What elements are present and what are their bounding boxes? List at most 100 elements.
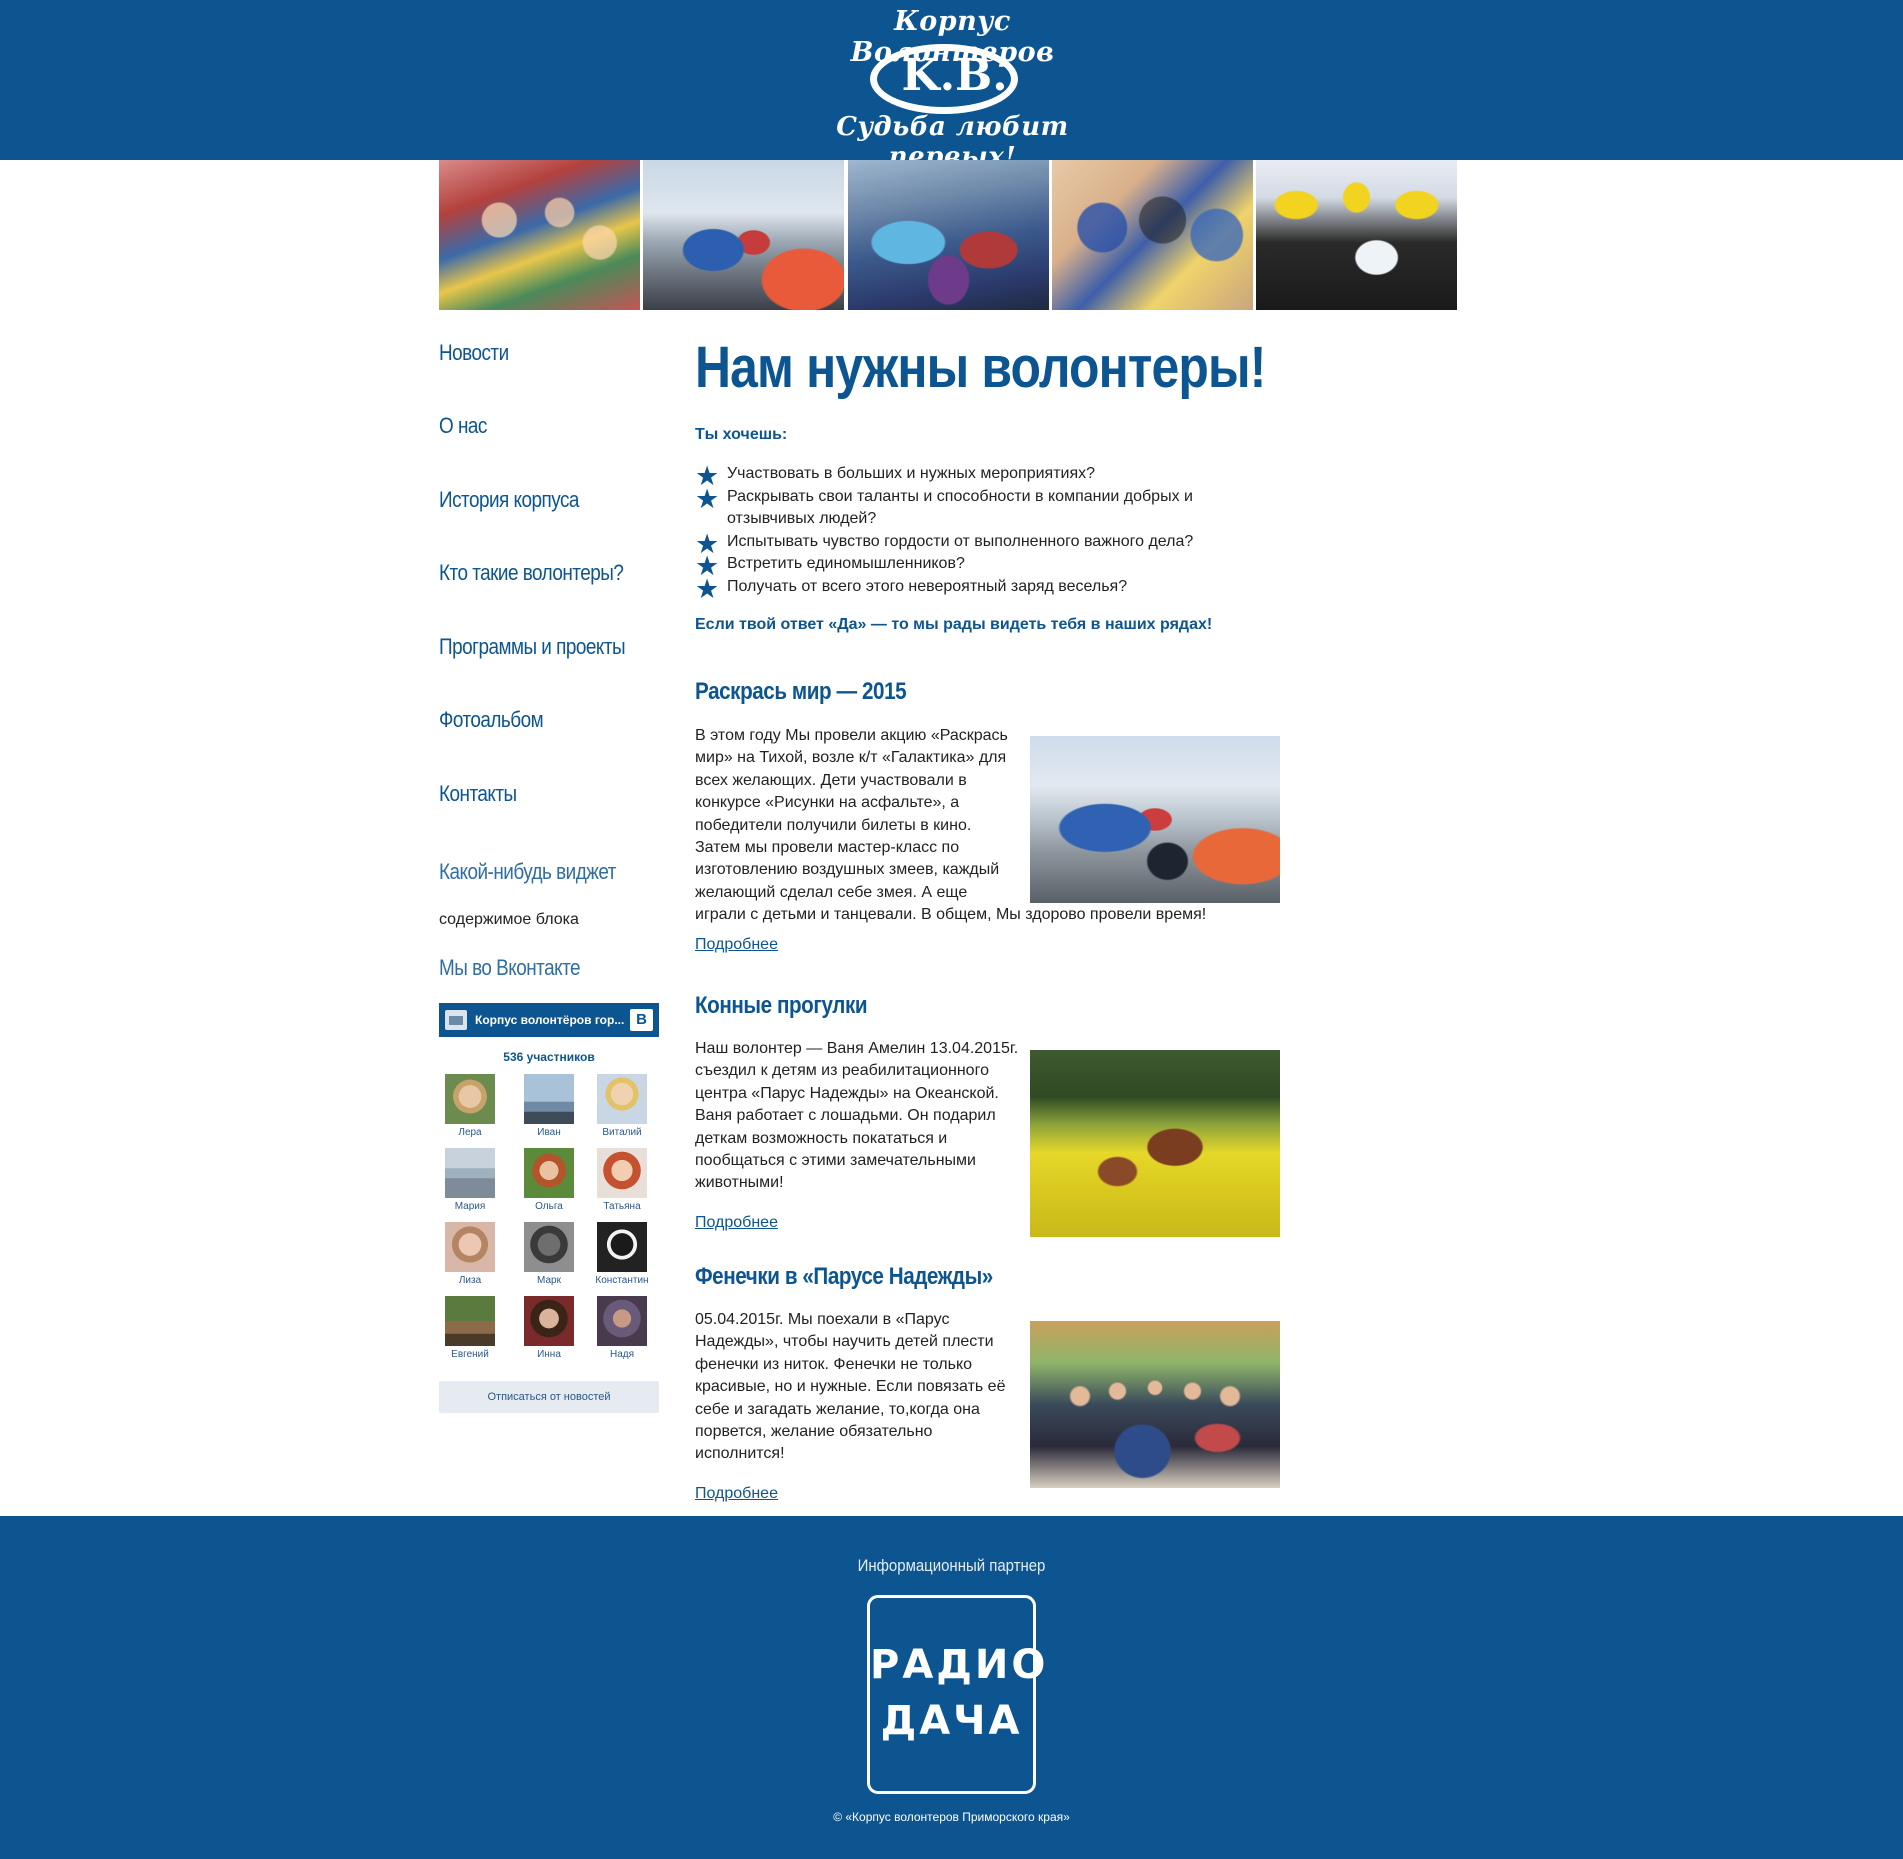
post-text-line: исполнится!: [695, 1445, 785, 1463]
post-text-line: всех желающих. Дети участвовали в: [695, 771, 967, 789]
radio-dacha-logo[interactable]: РАДИО ДАЧА: [867, 1595, 1045, 1794]
list-item-text: Участвовать в больших и нужных мероприят…: [727, 465, 1096, 482]
vk-member[interactable]: Иван: [519, 1074, 579, 1138]
post-text-line: Ваня работает с лошадьми. Он подарил: [695, 1107, 996, 1125]
vk-member[interactable]: Инна: [519, 1296, 579, 1360]
avatar[interactable]: [445, 1222, 495, 1272]
vk-member[interactable]: Константин: [592, 1222, 652, 1286]
nav-photoalbum[interactable]: Фотоальбом: [439, 707, 544, 733]
nav-programs[interactable]: Программы и проекты: [439, 634, 626, 660]
post-text-line: съездил к детям из реабилитационного: [695, 1062, 989, 1080]
vk-group-name[interactable]: Корпус волонтёров гор...: [475, 1013, 624, 1027]
vk-member-name[interactable]: Татьяна: [592, 1201, 652, 1212]
vk-member[interactable]: Лера: [440, 1074, 500, 1138]
list-item: ★ Раскрывать свои таланты и способности в…: [695, 485, 1215, 531]
vk-member-name[interactable]: Мария: [440, 1201, 500, 1212]
radio-logo-line2: ДАЧА: [880, 1698, 1023, 1744]
avatar[interactable]: [445, 1296, 495, 1346]
site-logo[interactable]: Корпус Волонтеров K.B. Судьба любит перв…: [800, 0, 1105, 172]
post-text-line: изготовлению воздушных змеев, каждый: [695, 861, 1000, 879]
vk-member[interactable]: Ольга: [519, 1148, 579, 1212]
vk-member-name[interactable]: Иван: [519, 1127, 579, 1138]
list-item-text: Испытывать чувство гордости от выполненн…: [727, 532, 1194, 550]
avatar[interactable]: [445, 1074, 495, 1124]
vk-member-name[interactable]: Инна: [519, 1349, 579, 1360]
post-image[interactable]: [1030, 1050, 1280, 1237]
post-title[interactable]: Конные прогулки: [695, 992, 868, 1020]
vk-unsubscribe-button[interactable]: Отписаться от новостей: [439, 1381, 659, 1413]
list-item: ★ Встретить единомышленников?: [695, 553, 1215, 580]
banner-photo-group-celebration: [439, 160, 640, 310]
post-text-line: деткам возможность покататься и: [695, 1129, 948, 1147]
vk-member-name[interactable]: Лера: [440, 1127, 500, 1138]
post-image[interactable]: [1030, 736, 1280, 903]
post-text-line: Наш волонтер — Ваня Амелин 13.04.2015г.: [695, 1040, 1019, 1057]
avatar[interactable]: [524, 1222, 574, 1272]
vk-member-name[interactable]: Марк: [519, 1275, 579, 1286]
post-text-line: фенечки из ниток. Фенечки не только: [695, 1355, 973, 1373]
copyright: © «Корпус волонтеров Приморского края»: [833, 1810, 1070, 1824]
vk-member-name[interactable]: Евгений: [440, 1349, 500, 1360]
post-text-line: В этом году Мы провели акцию «Раскрась: [695, 727, 1008, 744]
read-more-link[interactable]: Подробнее: [695, 1485, 778, 1503]
avatar[interactable]: [524, 1074, 574, 1124]
vk-member-name[interactable]: Виталий: [592, 1127, 652, 1138]
vk-member-name[interactable]: Ольга: [519, 1201, 579, 1212]
avatar[interactable]: [597, 1148, 647, 1198]
vk-member-name[interactable]: Надя: [592, 1349, 652, 1360]
vk-member[interactable]: Надя: [592, 1296, 652, 1360]
vk-member[interactable]: Евгений: [440, 1296, 500, 1360]
avatar[interactable]: [597, 1296, 647, 1346]
avatar[interactable]: [524, 1296, 574, 1346]
nav-about[interactable]: О нас: [439, 413, 487, 439]
vk-member[interactable]: Марк: [519, 1222, 579, 1286]
banner-photo-costume-party: [847, 160, 1049, 310]
widget-title: Какой-нибудь виджет: [439, 859, 616, 884]
banner-photo-outdoor-event: [643, 160, 845, 310]
list-item: ★ Испытывать чувство гордости от выполнен…: [695, 530, 1215, 557]
list-item: ★ Участвовать в больших и нужных мероприя…: [695, 463, 1215, 490]
post-image[interactable]: [1030, 1321, 1280, 1488]
vk-logo-icon[interactable]: B: [630, 1009, 653, 1031]
vk-member[interactable]: Мария: [440, 1148, 500, 1212]
vk-member[interactable]: Татьяна: [592, 1148, 652, 1212]
vk-member[interactable]: Лиза: [440, 1222, 500, 1286]
avatar[interactable]: [445, 1148, 495, 1198]
avatar[interactable]: [524, 1148, 574, 1198]
page-title: Нам нужны волонтеры!: [695, 335, 1266, 400]
wish-list: ★ Участвовать в больших и нужных мероприя…: [695, 463, 1215, 603]
nav-who-are-volunteers[interactable]: Кто такие волонтеры?: [439, 560, 624, 586]
post-title[interactable]: Фенечки в «Парусе Надежды»: [695, 1263, 993, 1291]
list-item-text: Встретить единомышленников?: [727, 555, 965, 572]
vk-widget-title: Мы во Вконтакте: [439, 955, 581, 980]
vk-members-count[interactable]: 536 участников: [439, 1050, 659, 1064]
nav-news[interactable]: Новости: [439, 340, 509, 366]
list-item-text: Раскрывать свои таланты и способности в …: [727, 487, 1193, 528]
vk-member[interactable]: Виталий: [592, 1074, 652, 1138]
vk-member-name[interactable]: Константин: [592, 1275, 652, 1286]
banner-photo-face-painting: [1051, 160, 1253, 310]
post-text-line: 05.04.2015г. Мы поехали в «Парус: [695, 1311, 950, 1328]
banner-photo-yellow-caps: [1256, 160, 1457, 310]
post-text: 05.04.2015г. Мы поехали в «Парус Надежды…: [695, 1309, 1025, 1466]
post-text-line: желающий сделал себе змея. А еще: [695, 883, 968, 901]
post-text-line: мир» на Тихой, возле к/т «Галактика» для: [695, 749, 1007, 767]
news-post: Раскрась мир — 2015 В этом году Мы прове…: [695, 678, 1280, 958]
read-more-link[interactable]: Подробнее: [695, 936, 778, 954]
post-title[interactable]: Раскрась мир — 2015: [695, 678, 907, 706]
post-text-line: центра «Парус Надежды» на Океанской.: [695, 1084, 999, 1102]
partner-label: Информационный партнер: [857, 1556, 1046, 1575]
read-more-link[interactable]: Подробнее: [695, 1214, 778, 1232]
intro-question: Ты хочешь:: [695, 426, 788, 443]
avatar[interactable]: [597, 1074, 647, 1124]
avatar[interactable]: [597, 1222, 647, 1272]
nav-contacts[interactable]: Контакты: [439, 781, 517, 807]
vk-widget-header[interactable]: Корпус волонтёров гор... B: [439, 1003, 659, 1037]
site-header: Корпус Волонтеров K.B. Судьба любит перв…: [0, 0, 1903, 172]
news-post: Конные прогулки Наш волонтер — Ваня Амел…: [695, 992, 1280, 1237]
banner-photos: [439, 160, 1457, 310]
list-item-text: Получать от всего этого невероятный заря…: [727, 577, 1128, 595]
post-text-line: Затем мы провели мастер-класс по: [695, 839, 960, 857]
vk-member-name[interactable]: Лиза: [440, 1275, 500, 1286]
nav-history[interactable]: История корпуса: [439, 487, 579, 513]
